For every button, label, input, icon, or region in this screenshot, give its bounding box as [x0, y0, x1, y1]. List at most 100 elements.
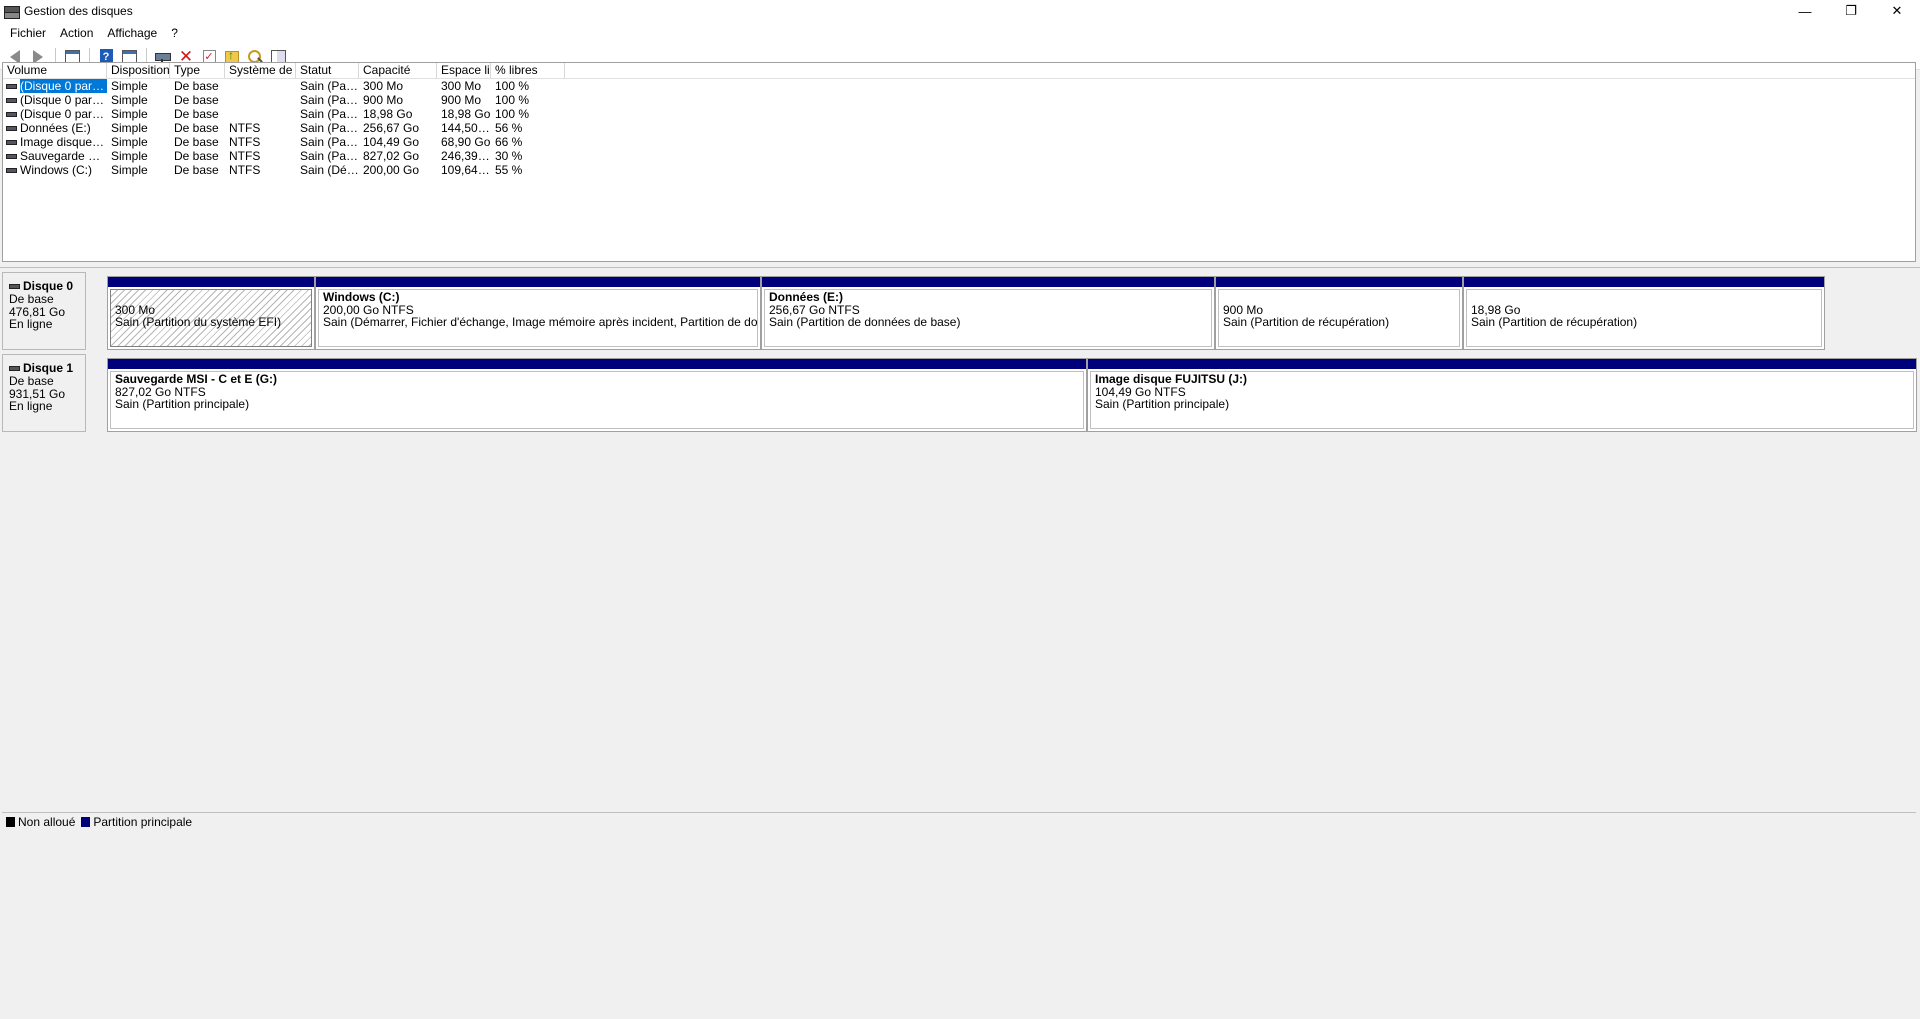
minimize-button[interactable]: —	[1782, 0, 1828, 22]
partition-image-j[interactable]: Image disque FUJITSU (J:) 104,49 Go NTFS…	[1087, 358, 1917, 432]
partition-body: Image disque FUJITSU (J:) 104,49 Go NTFS…	[1090, 371, 1914, 429]
cell-filesystem: NTFS	[229, 163, 261, 177]
partition-sauvegarde-g[interactable]: Sauvegarde MSI - C et E (G:) 827,02 Go N…	[107, 358, 1087, 432]
restore-button[interactable]: ❐	[1828, 0, 1874, 22]
cell-statut: Sain (Parti...	[300, 135, 359, 149]
cell-espace-libre: 68,90 Go	[441, 135, 491, 149]
col-disposition[interactable]: Disposition	[107, 63, 170, 78]
cell-statut: Sain (Parti...	[300, 149, 359, 163]
disk-graphical-view: Disque 0 De base 476,81 Go En ligne 300 …	[2, 270, 1917, 810]
volume-icon	[6, 83, 17, 89]
pane-splitter[interactable]	[0, 264, 1920, 268]
cell-pct-libres: 100 %	[495, 107, 530, 121]
partition-bar	[762, 277, 1214, 287]
cell-espace-libre: 18,98 Go	[441, 107, 491, 121]
cell-filesystem	[225, 93, 296, 107]
cell-volume: Sauvegarde MSI - ...	[3, 149, 107, 163]
disk-0-label[interactable]: Disque 0 De base 476,81 Go En ligne	[2, 272, 86, 350]
cell-statut: Sain (Parti...	[300, 93, 359, 107]
cell-capacite: 300 Mo	[363, 79, 404, 93]
partition-bar	[1464, 277, 1824, 287]
title-bar: Gestion des disques — ❐ ✕	[0, 0, 1920, 22]
table-row[interactable]: Image disque FUJI... Simple De base NTFS Sai…	[3, 135, 1915, 149]
cell-type: De base	[174, 93, 219, 107]
cell-capacite: 200,00 Go	[363, 163, 420, 177]
folder-up-icon	[225, 48, 239, 63]
col-volume[interactable]: Volume	[3, 63, 107, 78]
partition-recovery-2[interactable]: 18,98 Go Sain (Partition de récupération…	[1463, 276, 1825, 350]
cell-statut: Sain (Dém...	[300, 163, 359, 177]
close-button[interactable]: ✕	[1874, 0, 1920, 22]
disk-management-icon	[4, 5, 20, 19]
volume-list[interactable]: Volume Disposition Type Système de ... S…	[2, 62, 1916, 262]
table-row[interactable]: Données (E:) Simple De base NTFS Sain (Parti…	[3, 121, 1915, 135]
partition-status: Sain (Démarrer, Fichier d'échange, Image…	[323, 315, 758, 329]
partition-recovery-1[interactable]: 900 Mo Sain (Partition de récupération)	[1215, 276, 1463, 350]
cell-statut: Sain (Parti...	[300, 79, 359, 93]
col-pct-libres[interactable]: % libres	[491, 63, 565, 78]
cell-volume: Windows (C:)	[3, 163, 107, 177]
volume-name: (Disque 0 partition...	[20, 107, 107, 121]
cell-filesystem	[225, 79, 296, 93]
disk-0-partitions: 300 Mo Sain (Partition du système EFI) W…	[107, 276, 1825, 350]
cell-type: De base	[174, 149, 219, 163]
menu-fichier[interactable]: Fichier	[3, 22, 53, 44]
menu-affichage[interactable]: Affichage	[100, 22, 164, 44]
partition-bar	[1088, 359, 1916, 369]
menu-action[interactable]: Action	[53, 22, 100, 44]
disk-0-row: Disque 0 De base 476,81 Go En ligne	[2, 272, 86, 350]
cell-pct-libres: 30 %	[495, 149, 523, 163]
window-title: Gestion des disques	[24, 4, 133, 18]
partition-bar	[1216, 277, 1462, 287]
col-statut[interactable]: Statut	[296, 63, 359, 78]
cell-capacite: 900 Mo	[363, 93, 404, 107]
disk-name-text: Disque 0	[23, 279, 74, 293]
col-capacite[interactable]: Capacité	[359, 63, 437, 78]
disk-1-label[interactable]: Disque 1 De base 931,51 Go En ligne	[2, 354, 86, 432]
partition-status: Sain (Partition principale)	[115, 397, 250, 411]
disk-0-type: De base	[9, 292, 54, 306]
table-row[interactable]: Sauvegarde MSI - ... Simple De base NTFS Sai…	[3, 149, 1915, 163]
cell-type: De base	[174, 163, 219, 177]
disk-1-type: De base	[9, 374, 54, 388]
cell-volume: (Disque 0 partition...	[3, 93, 107, 107]
cell-statut: Sain (Parti...	[300, 107, 359, 121]
cell-type: De base	[174, 79, 219, 93]
partition-body: Windows (C:) 200,00 Go NTFS Sain (Démarr…	[318, 289, 758, 347]
cell-capacite: 256,67 Go	[363, 121, 420, 135]
menu-bar: Fichier Action Affichage ?	[0, 22, 1920, 44]
col-filesystem[interactable]: Système de ...	[225, 63, 296, 78]
cell-filesystem	[225, 107, 296, 121]
volume-icon	[6, 125, 17, 131]
disk-1-partitions: Sauvegarde MSI - C et E (G:) 827,02 Go N…	[107, 358, 1917, 432]
table-row[interactable]: (Disque 0 partition... Simple De base Sain …	[3, 107, 1915, 121]
disk-0-name: Disque 0	[9, 279, 85, 293]
cell-pct-libres: 66 %	[495, 135, 523, 149]
menu-help[interactable]: ?	[164, 22, 185, 44]
cell-disposition: Simple	[111, 107, 148, 121]
col-espace-libre[interactable]: Espace li...	[437, 63, 491, 78]
disk-0-status: En ligne	[9, 317, 53, 331]
list-header: Volume Disposition Type Système de ... S…	[3, 63, 1915, 79]
partition-windows-c[interactable]: Windows (C:) 200,00 Go NTFS Sain (Démarr…	[315, 276, 761, 350]
partition-donnees-e[interactable]: Données (E:) 256,67 Go NTFS Sain (Partit…	[761, 276, 1215, 350]
partition-status: Sain (Partition de récupération)	[1471, 315, 1638, 329]
legend-swatch-black	[6, 816, 15, 827]
disk-icon	[9, 283, 20, 289]
partition-body: 900 Mo Sain (Partition de récupération)	[1218, 289, 1460, 347]
partition-efi[interactable]: 300 Mo Sain (Partition du système EFI)	[107, 276, 315, 350]
volume-name: (Disque 0 partition...	[20, 79, 107, 93]
table-row[interactable]: (Disque 0 partition... Simple De base Sain …	[3, 93, 1915, 107]
col-type[interactable]: Type	[170, 63, 225, 78]
disk-icon	[9, 365, 20, 371]
cell-disposition: Simple	[111, 163, 148, 177]
disk-1-row: Disque 1 De base 931,51 Go En ligne	[2, 354, 86, 432]
cell-volume: Données (E:)	[3, 121, 107, 135]
partition-status: Sain (Partition de données de base)	[769, 315, 961, 329]
table-row[interactable]: (Disque 0 partition... Simple De base Sain …	[3, 79, 1915, 93]
disk-1-name: Disque 1	[9, 361, 85, 375]
legend-label: Partition principale	[93, 814, 193, 829]
table-row[interactable]: Windows (C:) Simple De base NTFS Sain (Dém..…	[3, 163, 1915, 177]
cell-disposition: Simple	[111, 135, 148, 149]
cell-pct-libres: 55 %	[495, 163, 523, 177]
